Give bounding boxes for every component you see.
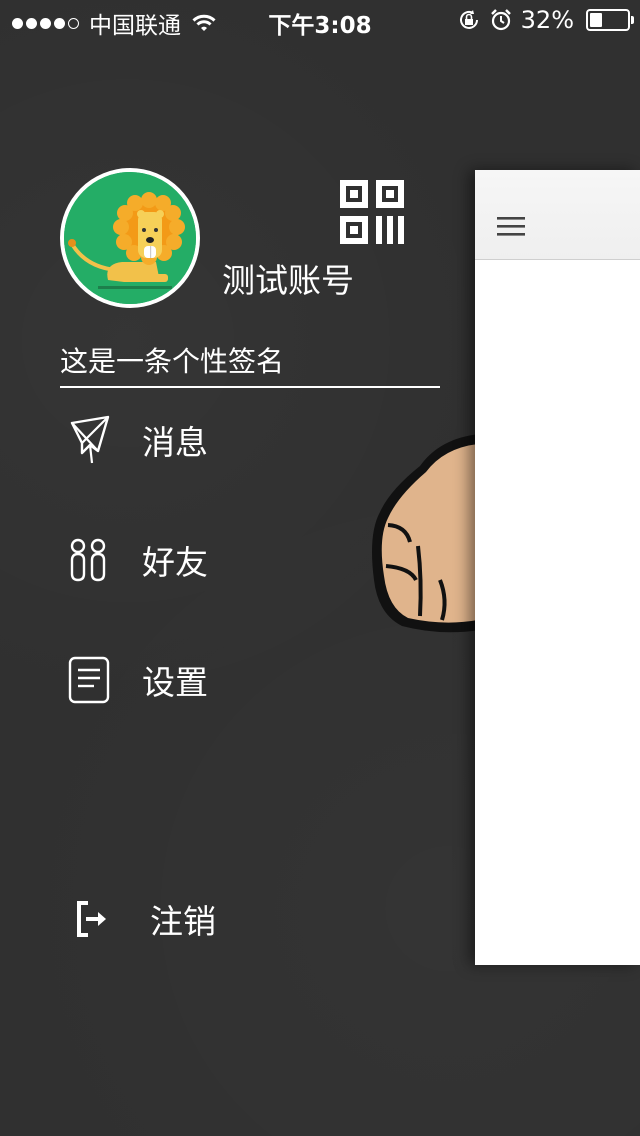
- menu-item-messages[interactable]: 消息: [60, 405, 390, 475]
- menu-item-friends[interactable]: 好友: [60, 525, 390, 595]
- logout-icon: [77, 901, 106, 937]
- menu-item-label: 消息: [142, 423, 208, 462]
- menu-item-settings[interactable]: 设置: [60, 645, 390, 715]
- menu-item-label: 好友: [142, 543, 208, 582]
- logout-button[interactable]: 注销: [60, 884, 390, 954]
- menu-item-label: 注销: [150, 902, 216, 941]
- panel-header: [475, 170, 640, 260]
- fist-illustration-icon: [372, 434, 480, 633]
- rotation-lock-icon: [459, 10, 478, 29]
- account-name: 测试账号: [222, 261, 354, 300]
- status-bar: 中国联通 下午3:08 32%: [0, 0, 640, 40]
- signature-divider: [60, 386, 440, 388]
- avatar[interactable]: [60, 168, 200, 308]
- main-content-panel[interactable]: [475, 170, 640, 965]
- hamburger-menu-icon[interactable]: [497, 216, 525, 238]
- qr-code-icon[interactable]: [338, 178, 406, 246]
- paper-plane-icon: [70, 415, 110, 464]
- battery-percent: 32%: [520, 6, 574, 34]
- document-icon: [68, 656, 110, 704]
- menu-item-label: 设置: [142, 663, 208, 702]
- battery-icon: [586, 9, 634, 31]
- footprints-icon: [70, 538, 106, 582]
- signature-text[interactable]: 这是一条个性签名: [60, 340, 284, 380]
- alarm-icon: [490, 9, 511, 31]
- lion-avatar-icon: [64, 172, 196, 304]
